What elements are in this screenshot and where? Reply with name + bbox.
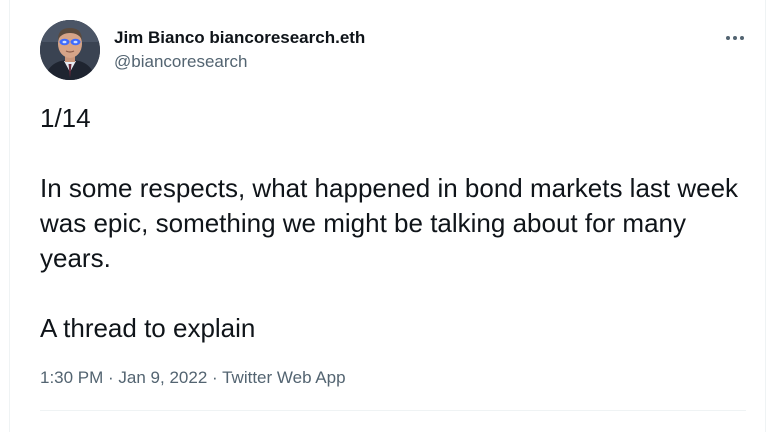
meta-separator: · bbox=[207, 368, 223, 387]
tweet-date[interactable]: Jan 9, 2022 bbox=[118, 368, 207, 387]
tweet-text: 1/14 In some respects, what happened in … bbox=[40, 101, 760, 346]
meta-separator: · bbox=[103, 368, 119, 387]
tweet-paragraph: 1/14 bbox=[40, 103, 91, 133]
tweet-paragraph: In some respects, what happened in bond … bbox=[40, 173, 746, 273]
profile-photo-icon bbox=[40, 20, 100, 80]
author-block: Jim Bianco biancoresearch.eth @biancores… bbox=[114, 27, 365, 73]
tweet-page: Jim Bianco biancoresearch.eth @biancores… bbox=[0, 0, 780, 432]
tweet-paragraph: A thread to explain bbox=[40, 313, 256, 343]
author-display-name[interactable]: Jim Bianco biancoresearch.eth bbox=[114, 27, 365, 49]
more-options-button[interactable] bbox=[718, 24, 752, 52]
more-horizontal-icon bbox=[726, 36, 730, 40]
author-handle[interactable]: @biancoresearch bbox=[114, 51, 365, 73]
tweet-time[interactable]: 1:30 PM bbox=[40, 368, 103, 387]
tweet-source[interactable]: Twitter Web App bbox=[222, 368, 345, 387]
tweet-card: Jim Bianco biancoresearch.eth @biancores… bbox=[9, 0, 766, 432]
divider bbox=[40, 410, 746, 411]
tweet-meta: 1:30 PM · Jan 9, 2022 · Twitter Web App bbox=[40, 367, 346, 389]
avatar[interactable] bbox=[40, 20, 100, 80]
